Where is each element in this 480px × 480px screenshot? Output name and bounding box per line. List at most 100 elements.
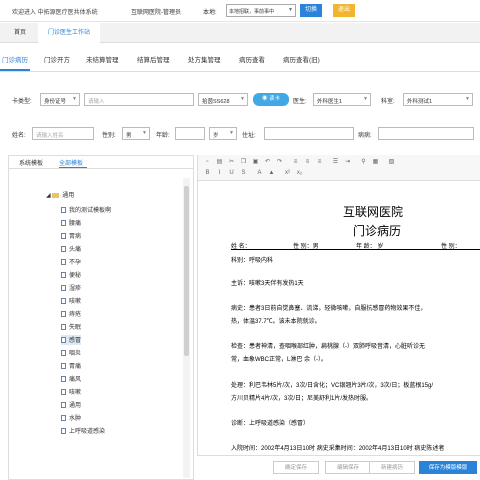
cut-icon[interactable]: ✂ — [228, 159, 235, 165]
subnav-record-view[interactable]: 病历查看 — [239, 54, 265, 64]
tree-node[interactable]: 痔疮 — [61, 309, 81, 319]
superscript-icon[interactable]: x² — [284, 170, 291, 176]
print-icon[interactable]: ▤ — [216, 159, 223, 165]
tree-node[interactable]: 胃痛 — [61, 361, 81, 371]
align-right-icon[interactable]: ≡ — [316, 159, 323, 165]
tree-node[interactable]: 湿疹 — [61, 283, 81, 293]
font-color-icon[interactable]: A — [256, 170, 263, 176]
dept-select[interactable]: 外科测试1 ▼ — [403, 93, 473, 106]
tree-node[interactable]: 失眠 — [61, 322, 81, 332]
card-type-select[interactable]: 身份证号 ▼ — [40, 93, 80, 106]
info-gender: 性 别：男 — [293, 244, 319, 250]
scrollbar-thumb[interactable] — [184, 186, 189, 356]
document-icon — [61, 324, 66, 331]
document-icon — [61, 402, 66, 409]
exit-button[interactable]: 退出 — [333, 4, 355, 17]
complaint-line: 主诉：咳嗽3天伴有发热1天 — [231, 281, 304, 287]
tree-scrollbar[interactable] — [183, 178, 190, 478]
age-label: 年龄: — [156, 133, 170, 139]
redo-icon[interactable]: ↷ — [276, 159, 283, 165]
doctor-select[interactable]: 外科医生1 ▼ — [313, 93, 371, 106]
document-subtitle: 门诊病历 — [353, 224, 402, 238]
subnav-unsettled[interactable]: 未结算管理 — [86, 54, 119, 64]
subnav-outpatient-prescription[interactable]: 门诊开方 — [44, 54, 70, 64]
confirm-save-button[interactable]: 确定保存 — [273, 461, 319, 474]
subnav-record-view-old[interactable]: 病历查看(旧) — [283, 54, 320, 64]
tree-node[interactable]: 咳嗽 — [61, 387, 81, 397]
subnav-outpatient-record[interactable]: 门诊病历 — [2, 54, 28, 64]
tree-node[interactable]: 痛风 — [61, 374, 81, 384]
exam-line-2: 常，血象WBC正常，L淋巴 余（-）。 — [231, 357, 328, 363]
admit-time-line: 入院时间：2002年4月13日10时 病史采集时间：2002年4月13日10时 … — [231, 446, 445, 452]
medical-record-paper[interactable]: 互联网医院 门诊病历 姓 名： 性 别：男 年 龄： 岁 性 别： 科别：呼吸内… — [198, 182, 480, 455]
editor-toolbar: ▫ ▤ ✂ ❐ ▣ ↶ ↷ ≡ ≡ ≡ ☰ ⇥ ⚲ ▦ ▨ B I U S A … — [198, 155, 480, 181]
age-unit-select[interactable]: 岁 ▼ — [209, 127, 237, 140]
address-input[interactable] — [264, 127, 354, 140]
switch-button[interactable]: 切换 — [300, 4, 322, 17]
copy-icon[interactable]: ❐ — [240, 159, 247, 165]
subnav-prescription-set[interactable]: 处方集管理 — [188, 54, 221, 64]
tree-node[interactable]: 通用 — [61, 400, 81, 410]
document-icon — [61, 207, 66, 214]
tree-node[interactable]: 水肿 — [61, 413, 81, 423]
tree-node[interactable]: 我的测试模板啊 — [61, 205, 111, 215]
italic-icon[interactable]: I — [216, 170, 223, 176]
tab-all-templates[interactable]: 全部模板 — [59, 158, 83, 167]
align-center-icon[interactable]: ≡ — [304, 159, 311, 165]
tab-outpatient-workstation[interactable]: 门诊医生工作站 — [38, 23, 101, 43]
chevron-down-icon: ▼ — [363, 96, 368, 102]
location-label: 本地: — [203, 10, 217, 16]
document-icon — [61, 272, 66, 279]
gender-select[interactable]: 男 ▼ — [122, 127, 150, 140]
read-card-button[interactable]: ◉ 读卡 — [253, 93, 289, 106]
tree-node[interactable]: 胃病 — [61, 231, 81, 241]
subnav-settled[interactable]: 结算后管理 — [137, 54, 170, 64]
align-left-icon[interactable]: ≡ — [292, 159, 299, 165]
tree-node[interactable]: 咳嗽 — [61, 296, 81, 306]
subscript-icon[interactable]: x₂ — [296, 170, 303, 176]
active-underline — [0, 69, 30, 71]
undo-icon[interactable]: ↶ — [264, 159, 271, 165]
name-input[interactable]: 请输入姓名 — [32, 127, 94, 140]
card-type-label: 卡类型: — [12, 99, 32, 105]
document-icon — [61, 415, 66, 422]
bold-icon[interactable]: B — [204, 170, 211, 176]
age-input[interactable] — [175, 127, 205, 140]
tree-node[interactable]: 头痛 — [61, 244, 81, 254]
image-icon[interactable]: ▨ — [388, 159, 395, 165]
tree-root[interactable]: ◢ 通用 — [46, 190, 74, 199]
tree-node[interactable]: 咽炎 — [61, 348, 81, 358]
tab-home[interactable]: 首页 — [4, 23, 36, 43]
document-icon — [61, 337, 66, 344]
tree-node[interactable]: 便秘 — [61, 270, 81, 280]
card-number-input[interactable]: 请输入 — [84, 93, 194, 106]
tree-node[interactable]: 腰痛 — [61, 218, 81, 228]
link-icon[interactable]: ⚲ — [360, 159, 367, 165]
tab-system-templates[interactable]: 系统模板 — [19, 158, 43, 167]
doctor-label: 医生: — [293, 99, 307, 105]
save-as-template-button[interactable]: 保存为模版模版 — [419, 461, 477, 474]
list-icon[interactable]: ☰ — [332, 159, 339, 165]
paste-icon[interactable]: ▣ — [252, 159, 259, 165]
underline-icon[interactable]: U — [228, 170, 235, 176]
indent-icon[interactable]: ⇥ — [344, 159, 351, 165]
tree-node[interactable]: 上呼吸道感染 — [61, 426, 105, 436]
card-no-select[interactable]: 拾茵SS628 ▼ — [198, 93, 248, 106]
table-icon[interactable]: ▦ — [372, 159, 379, 165]
strikethrough-icon[interactable]: S — [240, 170, 247, 176]
diagnosis-line: 诊断：上呼吸道感染（感冒） — [231, 421, 310, 427]
illness-input[interactable] — [378, 127, 474, 140]
treatment-line-2: 方川贝精片4片/次，3次/日；尼美舒利1片/发热时服。 — [231, 396, 373, 402]
edit-save-button[interactable]: 编辑保存 — [325, 461, 371, 474]
tree-node[interactable]: 不孕 — [61, 257, 81, 267]
address-label: 住址: — [242, 133, 256, 139]
new-record-button[interactable]: 新建病历 — [369, 461, 415, 474]
location-select[interactable]: 本地招联，事前事中 ▼ — [226, 4, 296, 17]
card-icon: ◉ — [261, 96, 269, 102]
sub-nav: 门诊病历 门诊开方 未结算管理 结算后管理 处方集管理 病历查看 病历查看(旧) — [0, 44, 480, 72]
document-icon — [61, 233, 66, 240]
highlight-icon[interactable]: ▲ — [268, 170, 275, 176]
new-file-icon[interactable]: ▫ — [204, 159, 211, 165]
dept-line: 科别：呼吸内科 — [231, 258, 274, 264]
tree-node-selected[interactable]: 感冒 — [61, 335, 82, 345]
